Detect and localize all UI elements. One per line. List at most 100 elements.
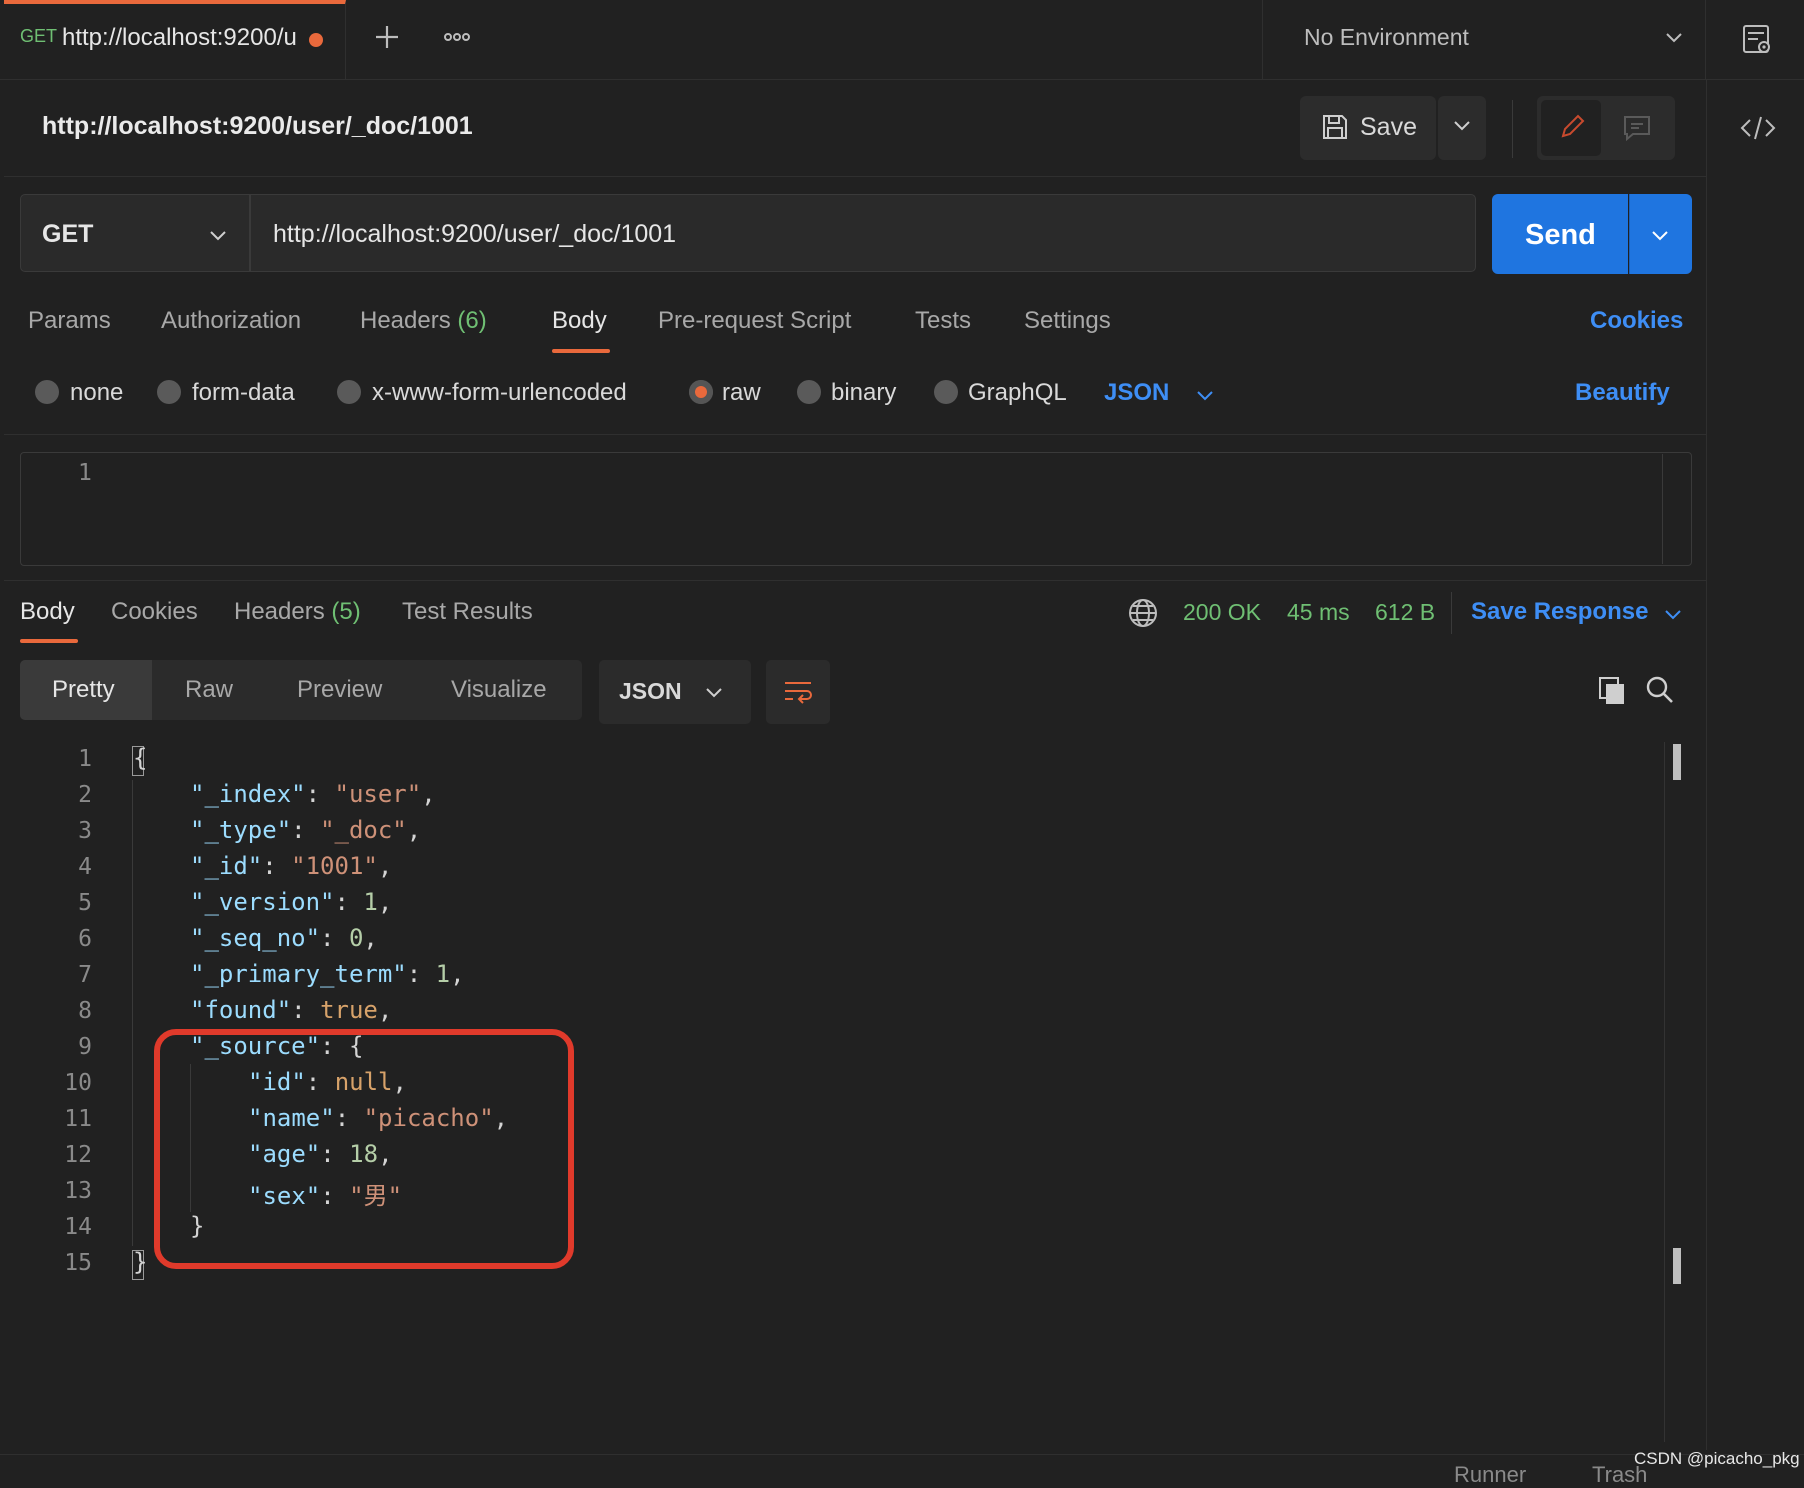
line-number: 3 [78, 818, 92, 844]
scrollbar-track[interactable] [1664, 742, 1665, 1442]
url-text[interactable]: http://localhost:9200/user/_doc/1001 [273, 220, 676, 249]
view-visualize-button[interactable]: Visualize [451, 676, 547, 704]
json-value: "_doc" [320, 816, 407, 844]
view-preview-button[interactable]: Preview [297, 676, 382, 704]
chevron-down-icon [1650, 226, 1670, 246]
response-headers-count: (5) [331, 598, 361, 625]
json-key: "_version" [190, 888, 335, 916]
cookies-link[interactable]: Cookies [1590, 307, 1683, 335]
request-body-editor[interactable] [20, 452, 1692, 566]
tab-authorization[interactable]: Authorization [161, 307, 301, 335]
view-pretty-label: Pretty [52, 676, 115, 703]
save-response-button[interactable]: Save Response [1471, 598, 1648, 626]
json-value: "user" [334, 780, 422, 808]
radio-none[interactable] [35, 380, 59, 404]
radio-form-data[interactable] [157, 380, 181, 404]
line-number: 2 [78, 782, 92, 808]
environment-quick-look-icon[interactable] [1740, 22, 1774, 56]
tab-headers[interactable]: Headers (6) [360, 307, 487, 335]
runner-button[interactable]: Runner [1454, 1462, 1526, 1488]
response-tab-headers[interactable]: Headers (5) [234, 598, 361, 626]
json-key: "found" [190, 996, 292, 1024]
status-code[interactable]: 200 OK [1183, 599, 1261, 626]
json-value: "1001" [291, 852, 378, 880]
watermark: CSDN @picacho_pkg [1634, 1449, 1800, 1468]
tab-method-label: GET [20, 26, 58, 46]
json-key: "_primary_term" [190, 960, 407, 988]
more-tabs-icon[interactable] [442, 22, 472, 52]
divider [4, 580, 1706, 581]
radio-graphql[interactable] [934, 380, 958, 404]
line-number: 4 [78, 854, 92, 880]
scrollbar-marker[interactable] [1673, 1248, 1681, 1284]
radio-urlencoded-label[interactable]: x-www-form-urlencoded [372, 379, 627, 407]
radio-raw[interactable] [689, 380, 713, 404]
radio-form-data-label[interactable]: form-data [192, 379, 295, 407]
view-raw-button[interactable]: Raw [185, 676, 233, 704]
chevron-down-icon[interactable] [1194, 386, 1216, 406]
indent-guide [132, 780, 133, 1246]
chevron-down-icon[interactable] [1662, 605, 1684, 625]
line-number: 1 [78, 746, 92, 772]
tab-body[interactable]: Body [552, 307, 607, 335]
line-number: 8 [78, 998, 92, 1024]
globe-icon[interactable] [1127, 597, 1159, 629]
json-line: "_index": "user", [190, 780, 436, 808]
unsaved-dot-icon [309, 33, 323, 47]
right-sidebar [1706, 80, 1804, 1450]
line-number: 6 [78, 926, 92, 952]
response-tab-cookies[interactable]: Cookies [111, 598, 198, 626]
response-time[interactable]: 45 ms [1287, 599, 1350, 626]
radio-binary-label[interactable]: binary [831, 379, 896, 407]
scrollbar[interactable] [1662, 454, 1663, 564]
comment-icon[interactable] [1622, 114, 1652, 142]
search-icon[interactable] [1644, 674, 1676, 706]
chevron-down-icon [208, 226, 228, 246]
json-key: "_type" [190, 816, 292, 844]
tab-prerequest-script[interactable]: Pre-request Script [658, 307, 851, 335]
environment-select[interactable]: No Environment [1304, 24, 1469, 51]
line-number: 15 [64, 1250, 92, 1276]
code-snippet-icon[interactable] [1738, 112, 1778, 144]
tab-settings[interactable]: Settings [1024, 307, 1111, 335]
pencil-icon [1557, 112, 1587, 142]
radio-graphql-label[interactable]: GraphQL [968, 379, 1067, 407]
response-tab-body[interactable]: Body [20, 598, 75, 626]
beautify-button[interactable]: Beautify [1575, 379, 1670, 407]
tab-title[interactable]: http://localhost:9200/u [62, 24, 298, 52]
json-line: "_version": 1, [190, 888, 393, 916]
tab-tests[interactable]: Tests [915, 307, 971, 335]
line-number: 7 [78, 962, 92, 988]
chevron-down-icon[interactable] [1664, 28, 1684, 48]
json-open-brace: { [133, 744, 148, 772]
json-value: true [320, 996, 378, 1024]
line-number: 10 [64, 1070, 92, 1096]
copy-icon[interactable] [1596, 674, 1628, 706]
chevron-down-icon [704, 683, 724, 703]
save-icon [1320, 112, 1350, 142]
scrollbar-marker[interactable] [1673, 744, 1681, 780]
request-title[interactable]: http://localhost:9200/user/_doc/1001 [42, 112, 473, 141]
radio-raw-label[interactable]: raw [722, 379, 761, 407]
json-line: "_type": "_doc", [190, 816, 422, 844]
line-number: 1 [78, 460, 92, 486]
response-size[interactable]: 612 B [1375, 599, 1435, 626]
line-number: 13 [64, 1178, 92, 1204]
new-tab-plus-icon[interactable] [372, 22, 402, 52]
line-number: 14 [64, 1214, 92, 1240]
headers-count: (6) [457, 307, 487, 334]
response-tab-test-results[interactable]: Test Results [402, 598, 533, 626]
divider [4, 176, 1706, 177]
radio-none-label[interactable]: none [70, 379, 123, 407]
json-key: "_index" [190, 780, 306, 808]
body-format-select[interactable]: JSON [1104, 379, 1169, 407]
json-value: 0 [348, 924, 364, 952]
tab-params[interactable]: Params [28, 307, 111, 335]
line-number: 11 [64, 1106, 92, 1132]
divider [1512, 100, 1513, 158]
json-value: 1 [363, 888, 378, 916]
radio-urlencoded[interactable] [337, 380, 361, 404]
line-number: 12 [64, 1142, 92, 1168]
radio-binary[interactable] [797, 380, 821, 404]
json-key: "_id" [190, 852, 263, 880]
